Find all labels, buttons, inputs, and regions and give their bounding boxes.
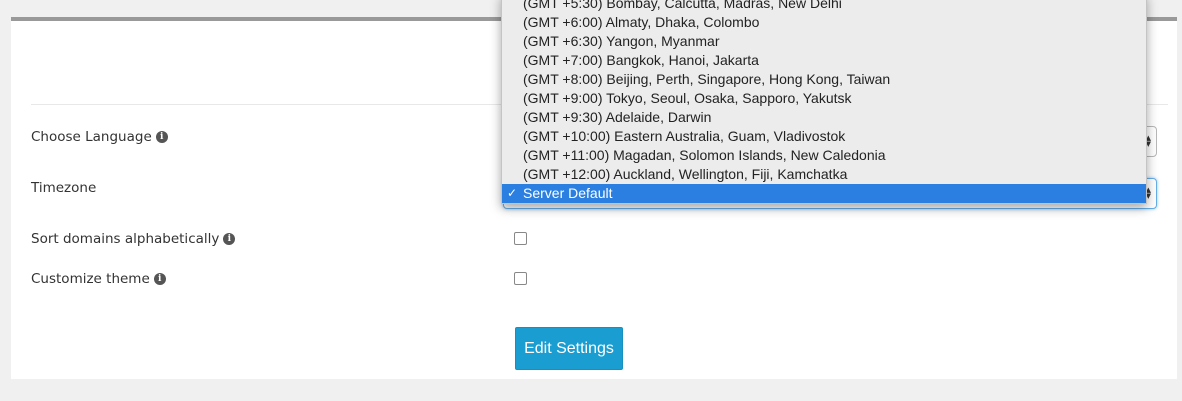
timezone-option[interactable]: (GMT +6:30) Yangon, Myanmar <box>502 32 1146 51</box>
timezone-option[interactable]: (GMT +7:00) Bangkok, Hanoi, Jakarta <box>502 51 1146 70</box>
checkmark-icon: ✓ <box>507 186 518 200</box>
info-icon[interactable]: i <box>223 233 236 245</box>
info-icon[interactable]: i <box>153 273 166 285</box>
timezone-option[interactable]: (GMT +5:30) Bombay, Calcutta, Madras, Ne… <box>502 0 1146 13</box>
timezone-option[interactable]: (GMT +12:00) Auckland, Wellington, Fiji,… <box>502 165 1146 184</box>
selected-option-label: Server Default <box>523 185 613 201</box>
timezone-option[interactable]: (GMT +11:00) Magadan, Solomon Islands, N… <box>502 146 1146 165</box>
timezone-dropdown-list[interactable]: (GMT +5:30) Bombay, Calcutta, Madras, Ne… <box>501 0 1147 204</box>
timezone-option[interactable]: (GMT +6:00) Almaty, Dhaka, Colombo <box>502 13 1146 32</box>
timezone-option[interactable]: (GMT +9:30) Adelaide, Darwin <box>502 108 1146 127</box>
timezone-option[interactable]: (GMT +9:00) Tokyo, Seoul, Osaka, Sapporo… <box>502 89 1146 108</box>
sort-domains-text: Sort domains alphabetically <box>31 231 220 247</box>
timezone-option[interactable]: (GMT +8:00) Beijing, Perth, Singapore, H… <box>502 70 1146 89</box>
timezone-text: Timezone <box>31 180 97 196</box>
timezone-option-selected[interactable]: ✓ Server Default <box>502 184 1146 203</box>
edit-settings-button[interactable]: Edit Settings <box>515 327 623 370</box>
timezone-label: Timezone <box>31 180 96 196</box>
choose-language-text: Choose Language <box>31 129 152 145</box>
sort-domains-label: Sort domains alphabetically i <box>31 231 236 247</box>
customize-theme-label: Customize theme i <box>31 271 166 287</box>
customize-theme-text: Customize theme <box>31 271 150 287</box>
customize-theme-checkbox[interactable] <box>514 272 527 285</box>
timezone-option[interactable]: (GMT +10:00) Eastern Australia, Guam, Vl… <box>502 127 1146 146</box>
choose-language-label: Choose Language i <box>31 129 168 145</box>
sort-domains-checkbox[interactable] <box>514 232 527 245</box>
info-icon[interactable]: i <box>155 131 168 143</box>
